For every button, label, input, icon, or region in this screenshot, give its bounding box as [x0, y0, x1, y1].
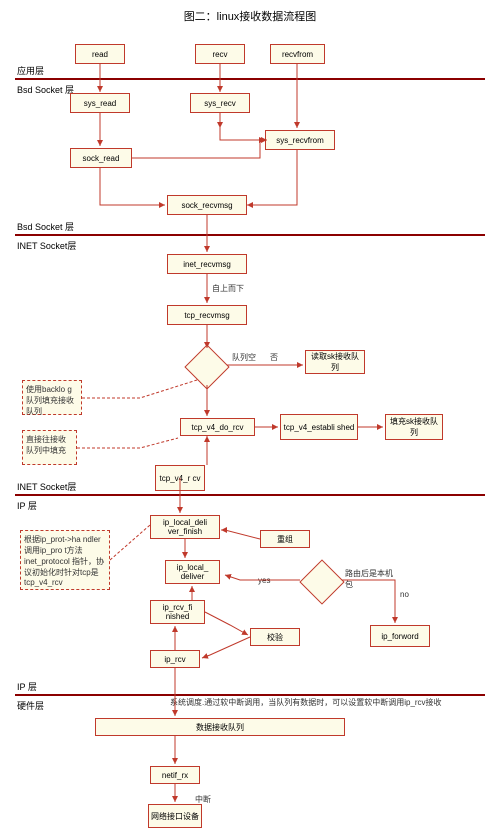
note-direct-fill: 直接往接收队列中填充	[22, 430, 77, 465]
node-checksum: 校验	[250, 628, 300, 646]
node-read-sk-queue: 读取sk接收队列	[305, 350, 365, 374]
line-bsd2	[15, 234, 485, 236]
node-data-recv-queue: 数据接收队列	[95, 718, 345, 736]
line-inet2	[15, 494, 485, 496]
node-sys-read: sys_read	[70, 93, 130, 113]
label-queue-empty: 队列空	[232, 352, 256, 363]
diamond-queue-empty	[185, 345, 227, 387]
label-no1: 否	[270, 352, 278, 363]
layer-hw: 硬件层	[17, 699, 44, 712]
node-ip-forword: ip_forword	[370, 625, 430, 647]
node-netif-rx: netif_rx	[150, 766, 200, 784]
diamond-route-local	[300, 560, 342, 602]
line-app	[15, 78, 485, 80]
node-recvfrom: recvfrom	[270, 44, 325, 64]
node-inet-recvmsg: inet_recvmsg	[167, 254, 247, 274]
node-ip-rcv: ip_rcv	[150, 650, 200, 668]
node-sock-recvmsg: sock_recvmsg	[167, 195, 247, 215]
node-tcp-v4-do-rcv: tcp_v4_do_rcv	[180, 418, 255, 436]
node-tcp-recvmsg: tcp_recvmsg	[167, 305, 247, 325]
node-read: read	[75, 44, 125, 64]
node-reassemble: 重组	[260, 530, 310, 548]
layer-ip1: IP 层	[17, 499, 37, 512]
label-yes: yes	[258, 576, 270, 585]
node-sock-read: sock_read	[70, 148, 132, 168]
layer-app: 应用层	[17, 64, 44, 77]
node-tcp-v4-established: tcp_v4_establi shed	[280, 414, 358, 440]
diagram-title: 图二：linux接收数据流程图	[0, 0, 500, 24]
layer-bsd2: Bsd Socket 层	[17, 220, 74, 233]
layer-ip2: IP 层	[17, 680, 37, 693]
node-nic: 网络接口设备	[148, 804, 202, 828]
node-sys-recvfrom: sys_recvfrom	[265, 130, 335, 150]
node-recv: recv	[195, 44, 245, 64]
node-ip-rcv-finished: ip_rcv_fi nished	[150, 600, 205, 624]
node-sys-recv: sys_recv	[190, 93, 250, 113]
node-tcp-v4-rcv: tcp_v4_r cv	[155, 465, 205, 491]
layer-inet1: INET Socket层	[17, 239, 76, 252]
note-backlog: 使用backlo g队列填充接收队列	[22, 380, 82, 415]
node-fill-sk-queue: 填充sk接收队列	[385, 414, 443, 440]
node-ip-local-deliver: ip_local_ deliver	[165, 560, 220, 584]
node-ip-local-deliver-finish: ip_local_deli ver_finish	[150, 515, 220, 539]
label-route-local: 路由后是本机包	[345, 568, 400, 590]
layer-inet2: INET Socket层	[17, 480, 76, 493]
layer-bsd1: Bsd Socket 层	[17, 83, 74, 96]
label-topdown: 自上而下	[212, 283, 244, 294]
label-no2: no	[400, 590, 409, 599]
note-ip-prot: 根据ip_prot->ha ndler调用ip_pro t方法inet_prot…	[20, 530, 110, 590]
line-ip2	[15, 694, 485, 696]
label-softirq: 系统调度.通过软中断调用，当队列有数据时，可以设置软中断调用ip_rcv接收	[170, 697, 455, 708]
